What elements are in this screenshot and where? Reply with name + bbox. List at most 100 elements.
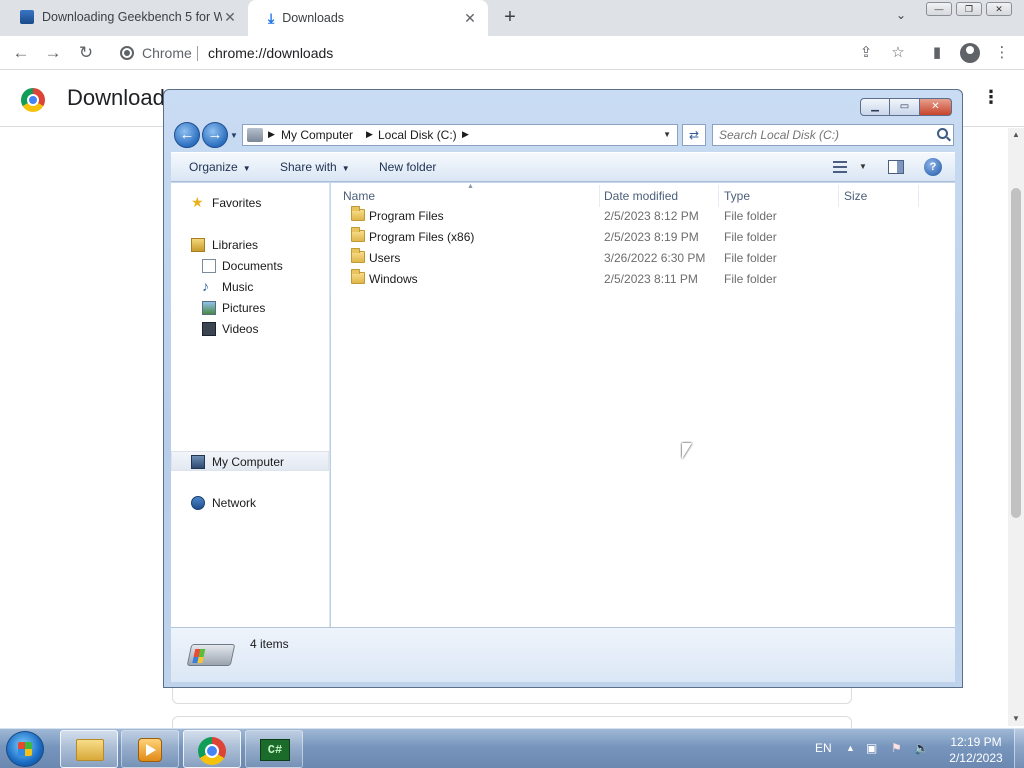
explorer-minimize-button[interactable]: ▁ xyxy=(860,98,890,116)
share-with-label: Share with xyxy=(280,160,337,174)
organize-button[interactable]: Organize ▼ xyxy=(189,160,251,174)
tab-downloads[interactable]: ⤓ Downloads ✕ xyxy=(248,0,488,36)
organize-label: Organize xyxy=(189,160,238,174)
column-divider[interactable] xyxy=(718,185,719,207)
table-row[interactable]: Program Files (x86) 2/5/2023 8:19 PM Fil… xyxy=(345,226,945,247)
scrollbar-thumb[interactable] xyxy=(1011,188,1021,518)
table-row[interactable]: Windows 2/5/2023 8:11 PM File folder xyxy=(345,268,945,289)
file-date: 3/26/2022 6:30 PM xyxy=(604,251,706,265)
file-name: Program Files xyxy=(369,209,444,223)
change-view-icon[interactable] xyxy=(833,161,847,173)
view-dropdown-icon[interactable]: ▼ xyxy=(859,162,867,171)
explorer-back-icon[interactable]: ← xyxy=(174,122,200,148)
column-divider[interactable] xyxy=(838,185,839,207)
search-input[interactable] xyxy=(719,127,929,143)
nav-item-music[interactable]: ♪ Music xyxy=(171,277,329,297)
volume-icon[interactable]: 🔈 xyxy=(914,741,929,755)
action-center-flag-icon[interactable]: ⚑ xyxy=(891,741,902,755)
close-button[interactable]: ✕ xyxy=(986,2,1012,16)
computer-icon xyxy=(191,455,205,469)
breadcrumb-arrow-icon[interactable]: ▶ xyxy=(366,129,373,140)
column-header-name[interactable]: Name xyxy=(343,189,375,203)
nav-item-favorites[interactable]: ★ Favorites xyxy=(171,193,329,213)
reload-icon[interactable]: ↻ xyxy=(75,42,97,64)
address-dropdown-icon[interactable]: ▼ xyxy=(663,130,671,139)
omnibox-label: Chrome xyxy=(142,45,192,61)
breadcrumb-arrow-icon[interactable]: ▶ xyxy=(462,129,469,140)
nav-item-network[interactable]: Network xyxy=(171,493,329,513)
item-count: 4 items xyxy=(250,637,289,651)
show-hidden-icons-icon[interactable]: ▲ xyxy=(846,743,855,753)
chrome-toolbar: ← → ↻ Chrome chrome://downloads ⇪ ☆ ▮ ⋮ xyxy=(0,36,1024,70)
explorer-address-bar[interactable]: ▶ My Computer ▶ Local Disk (C:) ▶ ▼ xyxy=(242,124,678,146)
nav-item-videos[interactable]: Videos xyxy=(171,319,329,339)
breadcrumb-arrow-icon[interactable]: ▶ xyxy=(268,129,275,140)
tab-close-icon[interactable]: ✕ xyxy=(462,10,478,27)
nav-item-my-computer[interactable]: My Computer xyxy=(171,451,329,471)
chrome-taskbar-icon xyxy=(198,737,226,765)
taskbar-csharp[interactable]: C# xyxy=(245,730,303,768)
tab-title: Downloading Geekbench 5 for W xyxy=(42,10,222,24)
taskbar-chrome[interactable] xyxy=(183,730,241,768)
table-row[interactable]: Users 3/26/2022 6:30 PM File folder xyxy=(345,247,945,268)
page-scrollbar[interactable]: ▲ ▼ xyxy=(1008,128,1024,726)
address-bar[interactable]: Chrome chrome://downloads xyxy=(108,39,918,67)
new-folder-button[interactable]: New folder xyxy=(379,160,436,174)
file-list: ▲ Name Date modified Type Size Program F… xyxy=(331,183,955,627)
nav-label: Documents xyxy=(222,259,283,273)
profile-avatar-icon[interactable] xyxy=(960,43,980,63)
system-clock[interactable]: 12:19 PM 2/12/2023 xyxy=(946,734,1006,766)
explorer-window: ▁ ▭ ✕ ← → ▼ ▶ My Computer ▶ Local Disk (… xyxy=(163,89,963,688)
chrome-site-icon xyxy=(120,46,134,60)
taskbar-media-player[interactable] xyxy=(121,730,179,768)
chrome-menu-icon[interactable]: ⋮ xyxy=(991,42,1013,64)
search-icon[interactable] xyxy=(937,128,948,139)
explorer-maximize-button[interactable]: ▭ xyxy=(890,98,920,116)
side-panel-icon[interactable]: ▮ xyxy=(926,42,948,64)
column-header-size[interactable]: Size xyxy=(844,189,867,203)
share-icon[interactable]: ⇪ xyxy=(855,42,877,64)
scroll-down-icon[interactable]: ▼ xyxy=(1012,714,1020,723)
bookmark-star-icon[interactable]: ☆ xyxy=(887,42,909,64)
new-tab-button[interactable]: + xyxy=(498,5,522,29)
minimize-button[interactable]: — xyxy=(926,2,952,16)
column-divider[interactable] xyxy=(599,185,600,207)
file-type: File folder xyxy=(724,272,777,286)
tab-search-icon[interactable]: ⌄ xyxy=(896,8,906,22)
tab-close-icon[interactable]: ✕ xyxy=(222,9,238,26)
explorer-close-button[interactable]: ✕ xyxy=(920,98,952,116)
column-header-type[interactable]: Type xyxy=(724,189,750,203)
documents-icon xyxy=(202,259,216,273)
downloads-menu-icon[interactable]: ⋮ xyxy=(982,87,1000,108)
scroll-up-icon[interactable]: ▲ xyxy=(1012,130,1020,139)
share-with-button[interactable]: Share with ▼ xyxy=(280,160,350,174)
network-tray-icon[interactable]: ▣ xyxy=(866,741,877,755)
csharp-icon: C# xyxy=(260,739,290,761)
table-row[interactable]: Program Files 2/5/2023 8:12 PM File fold… xyxy=(345,205,945,226)
tab-geekbench[interactable]: Downloading Geekbench 5 for W ✕ xyxy=(0,0,248,34)
language-indicator[interactable]: EN xyxy=(815,741,832,755)
column-divider[interactable] xyxy=(918,185,919,207)
nav-item-pictures[interactable]: Pictures xyxy=(171,298,329,318)
breadcrumb-my-computer[interactable]: My Computer xyxy=(281,128,353,142)
help-icon[interactable]: ? xyxy=(924,158,942,176)
refresh-icon[interactable]: ⇄ xyxy=(682,124,706,146)
column-header-date-modified[interactable]: Date modified xyxy=(604,189,678,203)
recent-pages-dropdown-icon[interactable]: ▼ xyxy=(230,131,238,140)
explorer-folder-icon xyxy=(76,739,104,761)
music-note-icon: ♪ xyxy=(202,278,209,294)
nav-item-libraries[interactable]: Libraries xyxy=(171,235,329,255)
omnibox-url: chrome://downloads xyxy=(208,45,334,61)
back-icon[interactable]: ← xyxy=(10,42,32,64)
nav-item-documents[interactable]: Documents xyxy=(171,256,329,276)
taskbar-explorer[interactable] xyxy=(60,730,118,768)
breadcrumb-local-disk[interactable]: Local Disk (C:) xyxy=(378,128,457,142)
file-type: File folder xyxy=(724,230,777,244)
show-desktop-button[interactable] xyxy=(1014,729,1024,768)
start-button[interactable] xyxy=(6,731,44,767)
explorer-forward-icon[interactable]: → xyxy=(202,122,228,148)
explorer-search-box[interactable] xyxy=(712,124,954,146)
restore-button[interactable]: ❐ xyxy=(956,2,982,16)
forward-icon[interactable]: → xyxy=(42,42,64,64)
preview-pane-icon[interactable] xyxy=(888,160,904,174)
